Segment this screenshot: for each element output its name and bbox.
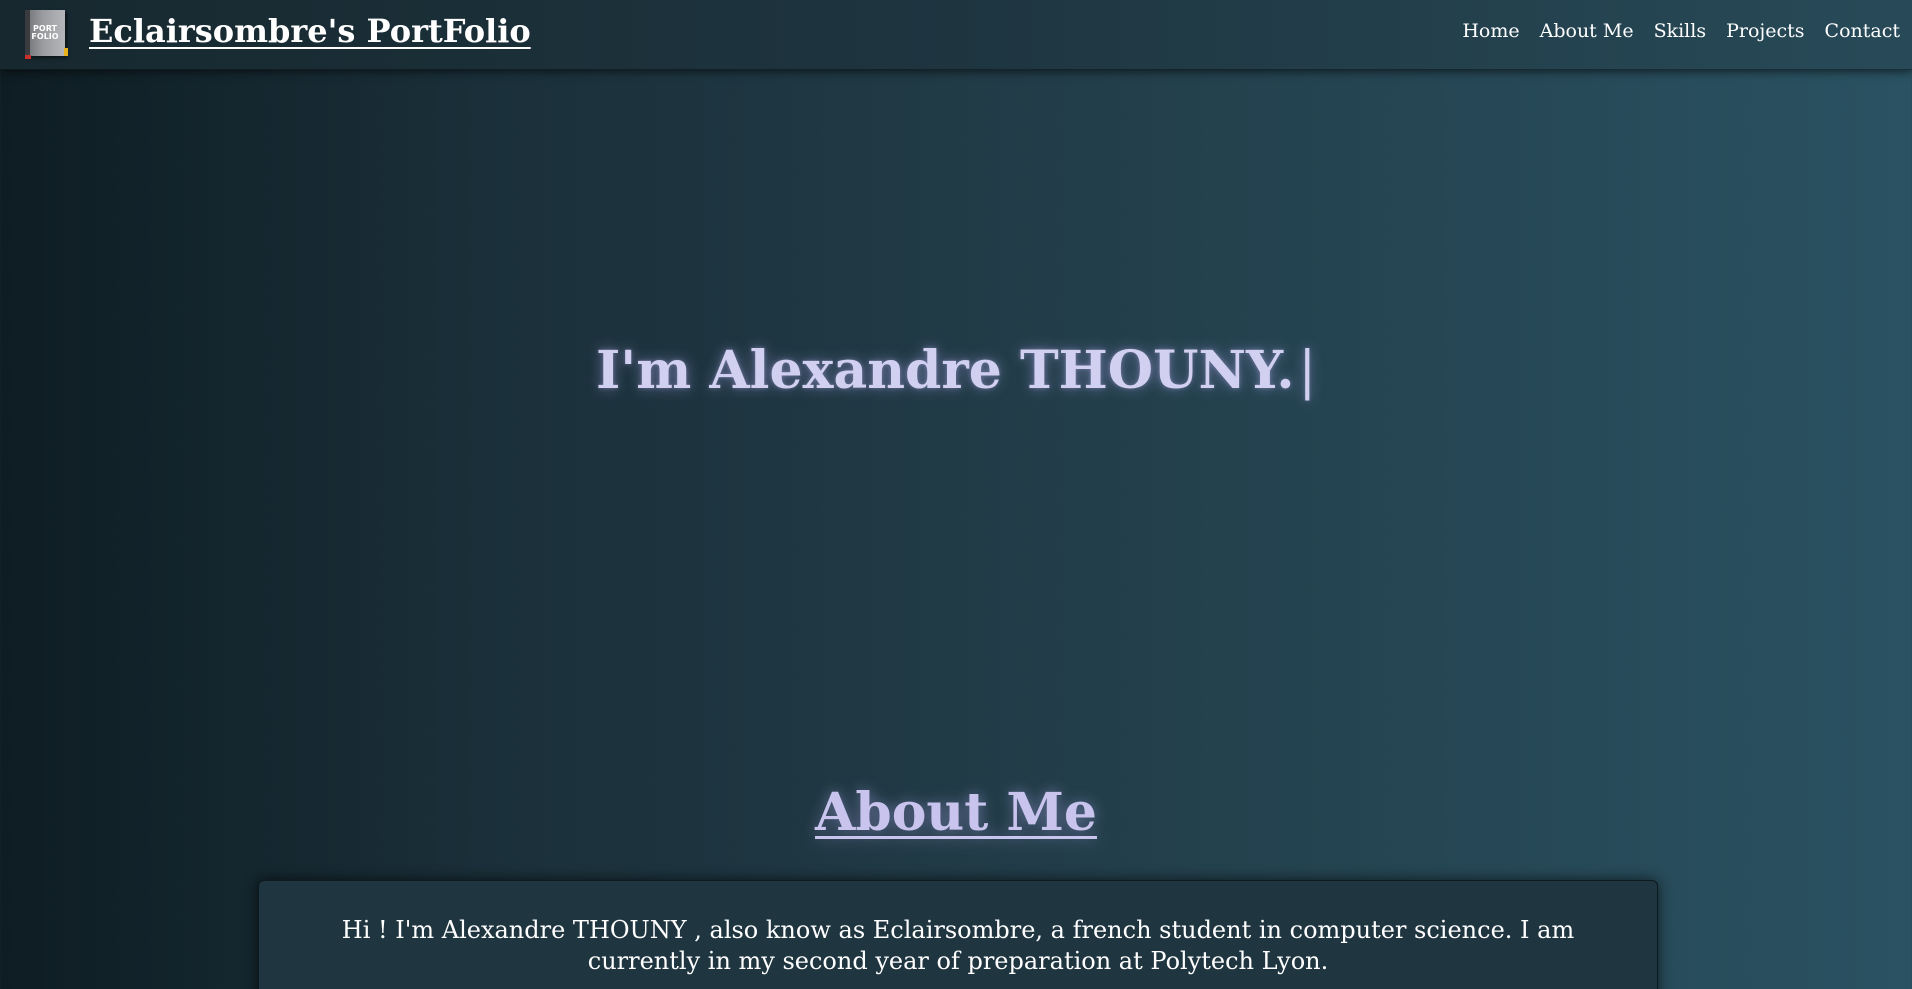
hero-heading: I'm Alexandre THOUNY.|	[596, 340, 1316, 401]
logo-text-bottom: FOLIO	[31, 32, 59, 41]
nav-link-contact[interactable]: Contact	[1825, 20, 1900, 42]
nav-link-about-me[interactable]: About Me	[1540, 20, 1634, 42]
about-heading: About Me	[815, 782, 1097, 843]
top-navbar: PORT FOLIO Eclairsombre's PortFolio Home…	[0, 0, 1912, 70]
about-section-header: About Me	[0, 782, 1912, 843]
nav-link-home[interactable]: Home	[1462, 20, 1519, 42]
site-title-link[interactable]: Eclairsombre's PortFolio	[89, 12, 531, 50]
hero-section: I'm Alexandre THOUNY.|	[0, 340, 1912, 401]
nav-link-skills[interactable]: Skills	[1654, 20, 1707, 42]
about-body-text: Hi ! I'm Alexandre THOUNY , also know as…	[341, 916, 1575, 975]
nav-link-projects[interactable]: Projects	[1726, 20, 1804, 42]
about-card: Hi ! I'm Alexandre THOUNY , also know as…	[258, 880, 1658, 989]
typing-cursor: |	[1298, 341, 1317, 401]
portfolio-logo-icon[interactable]: PORT FOLIO	[25, 10, 68, 59]
main-nav: Home About Me Skills Projects Contact	[1462, 20, 1900, 42]
hero-typed-text: I'm Alexandre THOUNY.	[595, 340, 1295, 401]
logo-accent	[25, 55, 31, 59]
